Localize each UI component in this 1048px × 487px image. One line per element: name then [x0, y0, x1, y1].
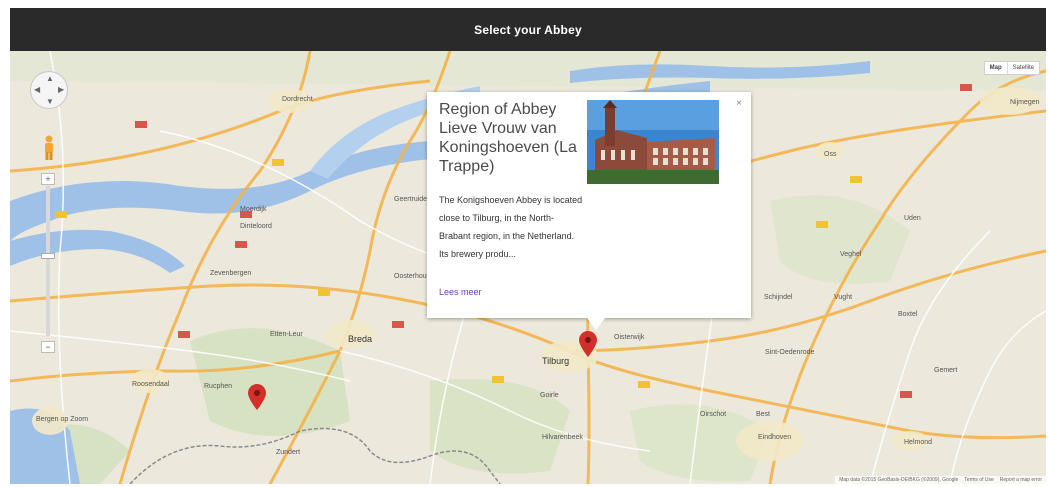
info-window: Region of Abbey Lieve Vrouw van Koningsh…	[427, 92, 751, 330]
place-label: Helmond	[904, 439, 933, 446]
place-label: Tilburg	[542, 356, 570, 366]
place-label: Bergen op Zoom	[36, 416, 89, 423]
top-margin	[10, 0, 1046, 8]
page-title: Select your Abbey	[474, 22, 582, 37]
zoom-out-button[interactable]: −	[41, 341, 55, 353]
zoom-slider-track[interactable]	[46, 186, 50, 336]
place-label: Hilvarenbeek	[542, 434, 583, 441]
place-label: Dordrecht	[282, 96, 313, 103]
place-label: Etten-Leur	[270, 331, 303, 338]
pan-left-icon[interactable]: ◀	[34, 86, 40, 94]
place-label: Nijmegen	[1010, 99, 1040, 106]
place-label: Sint-Oedenrode	[765, 349, 815, 356]
place-label: Oosterhout	[394, 273, 429, 280]
map-type-satellite[interactable]: Satellite	[1008, 62, 1039, 74]
map-type-control[interactable]: Map Satellite	[983, 61, 1040, 75]
place-label: Moerdijk	[240, 206, 267, 213]
map-type-map[interactable]: Map	[985, 62, 1008, 74]
report-error-link[interactable]: Report a map error	[1000, 477, 1042, 483]
street-view-pegman-icon[interactable]	[43, 135, 55, 161]
place-label: Boxtel	[898, 311, 918, 318]
place-label: Dinteloord	[240, 223, 272, 230]
place-label: Vught	[834, 294, 853, 301]
info-window-description: The Konigshoeven Abbey is located close …	[439, 195, 583, 259]
close-icon[interactable]: ×	[736, 98, 742, 109]
zoom-slider-knob[interactable]	[41, 253, 55, 259]
place-label: Breda	[348, 334, 373, 344]
place-label: Roosendaal	[132, 381, 170, 388]
place-label: Rucphen	[204, 383, 233, 390]
pan-control[interactable]: ▲ ▼ ◀ ▶	[30, 71, 68, 109]
page-title-bar: Select your Abbey	[10, 8, 1046, 51]
place-label: Gemert	[934, 367, 958, 374]
place-label: Oisterwijk	[614, 334, 645, 341]
zoom-in-button[interactable]: +	[41, 173, 55, 185]
map-pin-icon[interactable]	[579, 331, 597, 357]
map-pin-icon[interactable]	[248, 384, 266, 410]
attribution-text: Map data ©2015 GeoBasis-DE/BKG (©2009), …	[839, 477, 959, 483]
read-more-link[interactable]: Lees meer	[439, 287, 482, 297]
map[interactable]: Dordrecht Dinteloord Breda Tilburg Zevenberg…	[10, 51, 1046, 484]
place-label: Veghel	[840, 251, 862, 258]
place-label: Schijndel	[764, 294, 793, 301]
place-label: Goirle	[540, 392, 559, 399]
place-label: Zevenbergen	[210, 270, 252, 277]
pan-up-icon[interactable]: ▲	[46, 75, 54, 83]
map-attribution: Map data ©2015 GeoBasis-DE/BKG (©2009), …	[835, 476, 1046, 484]
abbey-photo	[587, 100, 719, 184]
pan-down-icon[interactable]: ▼	[46, 98, 54, 106]
place-label: Best	[756, 411, 771, 418]
terms-link[interactable]: Terms of Use	[964, 477, 993, 483]
place-label: Zundert	[276, 449, 301, 456]
place-label: Oss	[824, 151, 837, 158]
pan-right-icon[interactable]: ▶	[58, 86, 64, 94]
place-label: Oirschot	[700, 411, 727, 418]
place-label: Uden	[904, 215, 921, 222]
place-label: Eindhoven	[758, 434, 792, 441]
info-window-title: Region of Abbey Lieve Vrouw van Koningsh…	[439, 101, 577, 175]
